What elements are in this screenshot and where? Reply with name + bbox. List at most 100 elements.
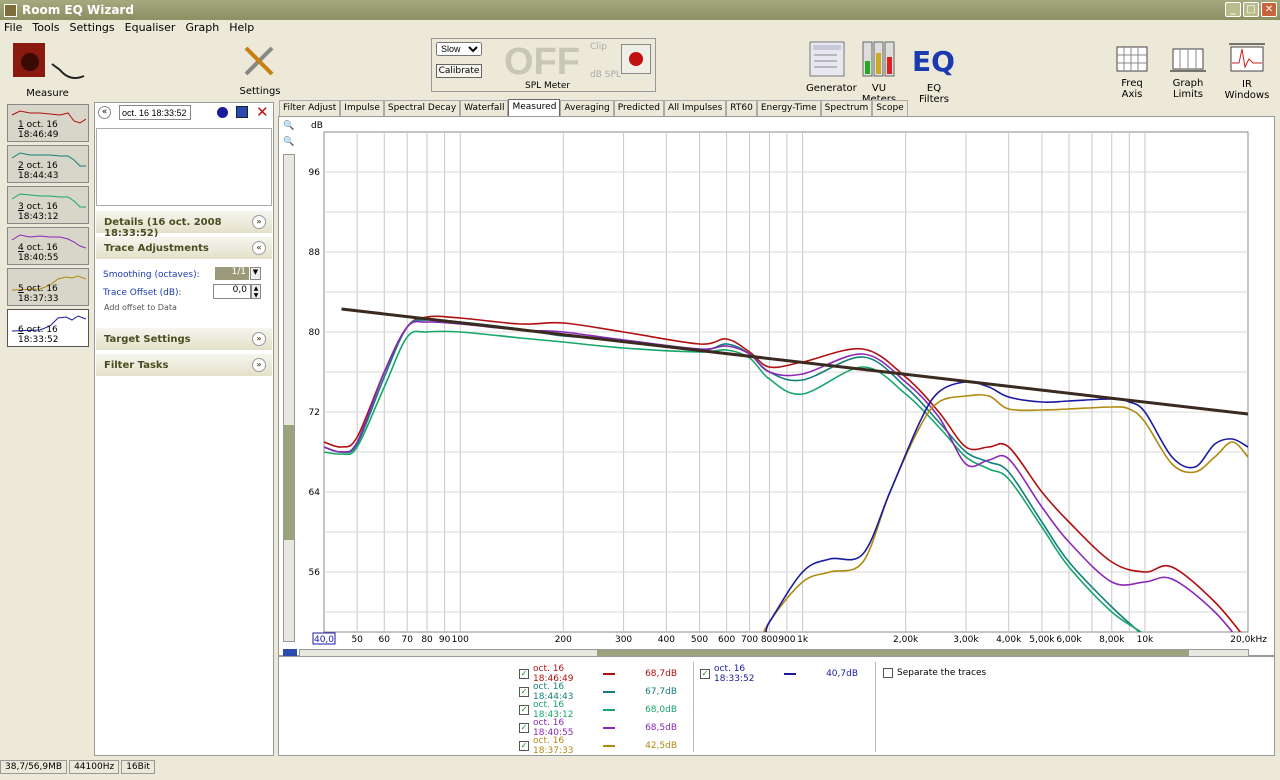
measurement-item-3[interactable]: 3 oct. 16 18:43:12 [7,186,89,224]
filter-tasks-header[interactable]: Filter Tasks» [96,354,272,376]
collapse-panel-button[interactable]: « [98,106,111,119]
tab-all-impulses[interactable]: All Impulses [664,100,727,116]
menu-graph[interactable]: Graph [185,21,219,34]
measurement-label: 5 oct. 16 18:37:33 [18,284,59,304]
tab-measured[interactable]: Measured [508,99,561,116]
measurement-item-5[interactable]: 5 oct. 16 18:37:33 [7,268,89,306]
tab-filter-adjust[interactable]: Filter Adjust [279,100,341,116]
eq-filters-button[interactable]: EQ EQ Filters [912,41,956,105]
notes-textarea[interactable] [96,128,272,206]
generator-button[interactable]: Generator [806,41,857,94]
plot-area [323,131,1249,633]
expand-icon: » [252,332,266,346]
target-settings-header[interactable]: Target Settings» [96,328,272,350]
x-tick-label: 400 [658,635,675,645]
graph-limits-label: Graph Limits [1172,78,1204,100]
delete-icon[interactable]: ✕ [256,103,269,121]
menu-file[interactable]: File [4,21,22,34]
x-tick-label: 40,0 [314,635,334,645]
graph-limits-button[interactable]: Graph Limits [1162,46,1214,100]
legend-entry[interactable]: ✓ oct. 16 18:43:12 68,0dB [519,700,677,720]
tab-predicted[interactable]: Predicted [613,100,665,116]
menu-tools[interactable]: Tools [32,21,59,34]
trace-offset-input[interactable]: 0,0 [213,284,251,299]
title-bar: Room EQ Wizard _ □ ✕ [0,0,1280,20]
legend-checkbox[interactable]: ✓ [519,669,529,679]
legend-name: oct. 16 18:43:12 [533,700,574,720]
legend-checkbox[interactable]: ✓ [519,741,529,751]
legend-entry[interactable]: ✓ oct. 16 18:33:52 40,7dB [700,664,858,684]
legend-swatch [603,691,615,693]
tab-impulse[interactable]: Impulse [340,100,384,116]
y-tick-label: 64 [309,488,321,498]
measurement-item-6[interactable]: 6 oct. 16 18:33:52 [7,309,89,347]
menu-equaliser[interactable]: Equaliser [125,21,176,34]
trace-adjustments-header[interactable]: Trace Adjustments « [96,237,272,259]
expand-icon: » [252,215,266,229]
window-title: Room EQ Wizard [22,3,134,17]
graph-tabs: Filter Adjust Impulse Spectral Decay Wat… [279,99,908,116]
measure-button[interactable]: Measure [10,42,85,99]
menu-help[interactable]: Help [229,21,254,34]
legend-entry[interactable]: ✓ oct. 16 18:44:43 67,7dB [519,682,677,702]
tab-waterfall[interactable]: Waterfall [460,100,509,116]
separate-traces-toggle[interactable]: Separate the traces [883,666,986,680]
legend-swatch [603,727,615,729]
legend-checkbox[interactable]: ✓ [519,705,529,715]
measurement-name-input[interactable] [119,105,191,120]
tab-spectrum[interactable]: Spectrum [820,100,873,116]
speaker-mic-icon [13,43,85,79]
chevron-down-icon[interactable]: ▼ [250,267,261,280]
x-tick-label: 60 [379,635,391,645]
maximize-button[interactable]: □ [1243,2,1259,17]
tab-averaging[interactable]: Averaging [560,100,614,116]
calibrate-button[interactable]: Calibrate [436,64,482,78]
x-tick-label: 500 [691,635,708,645]
y-tick-label: 56 [309,568,321,578]
freq-axis-button[interactable]: Freq Axis [1112,46,1152,100]
x-tick-label: 200 [555,635,572,645]
legend-value: 68,5dB [645,723,677,733]
y-tick-label: 96 [309,168,321,178]
legend-name: oct. 16 18:46:49 [533,664,574,684]
x-tick-label: 70 [401,635,413,645]
x-tick-label: 800 [761,635,778,645]
offset-spinner[interactable]: ▲ ▼ [251,284,261,299]
tab-energy-time[interactable]: Energy-Time [756,100,821,116]
add-offset-button[interactable]: Add offset to Data [104,303,177,312]
legend-entry[interactable]: ✓ oct. 16 18:40:55 68,5dB [519,718,677,738]
trace-color-button[interactable] [217,107,228,118]
legend-entry[interactable]: ✓ oct. 16 18:46:49 68,7dB [519,664,677,684]
details-header[interactable]: Details (16 oct. 2008 18:33:52)» [96,211,272,239]
save-icon[interactable] [236,106,248,118]
separate-traces-checkbox[interactable] [883,668,893,678]
tools-icon [244,46,274,76]
legend-checkbox[interactable]: ✓ [519,687,529,697]
measurement-item-4[interactable]: 4 oct. 16 18:40:55 [7,227,89,265]
settings-button[interactable]: Settings [235,42,285,97]
ir-windows-button[interactable]: IR Windows [1222,41,1272,101]
legend-checkbox[interactable]: ✓ [700,669,710,679]
spl-record-button[interactable] [621,44,651,74]
tab-scope[interactable]: Scope [872,100,908,116]
tab-spectral-decay[interactable]: Spectral Decay [383,100,461,116]
spl-speed-select[interactable]: Slow [436,42,482,56]
tab-rt60[interactable]: RT60 [726,100,757,116]
freq-axis-icon [1116,46,1148,72]
legend-entry[interactable]: ✓ oct. 16 18:37:33 42,5dB [519,736,677,756]
freq-axis-label: Freq Axis [1121,78,1143,100]
smoothing-select[interactable]: 1/1 [215,267,249,280]
menu-settings[interactable]: Settings [70,21,115,34]
y-tick-label: 72 [309,408,320,418]
generator-icon [809,41,845,77]
measurement-item-2[interactable]: 2 oct. 16 18:44:43 [7,145,89,183]
smoothing-label: Smoothing (octaves): [103,270,200,280]
legend-swatch [603,745,615,747]
measurement-item-1[interactable]: 1 oct. 16 18:46:49 [7,104,89,142]
legend-value: 40,7dB [826,669,858,679]
vu-meters-button[interactable]: VU Meters [856,41,902,105]
legend-checkbox[interactable]: ✓ [519,723,529,733]
minimize-button[interactable]: _ [1225,2,1241,17]
frequency-response-chart[interactable]: dB 968880726456 40,0 50 60 70 80 90 100 200 300 4… [279,117,1276,647]
close-button[interactable]: ✕ [1261,2,1277,17]
